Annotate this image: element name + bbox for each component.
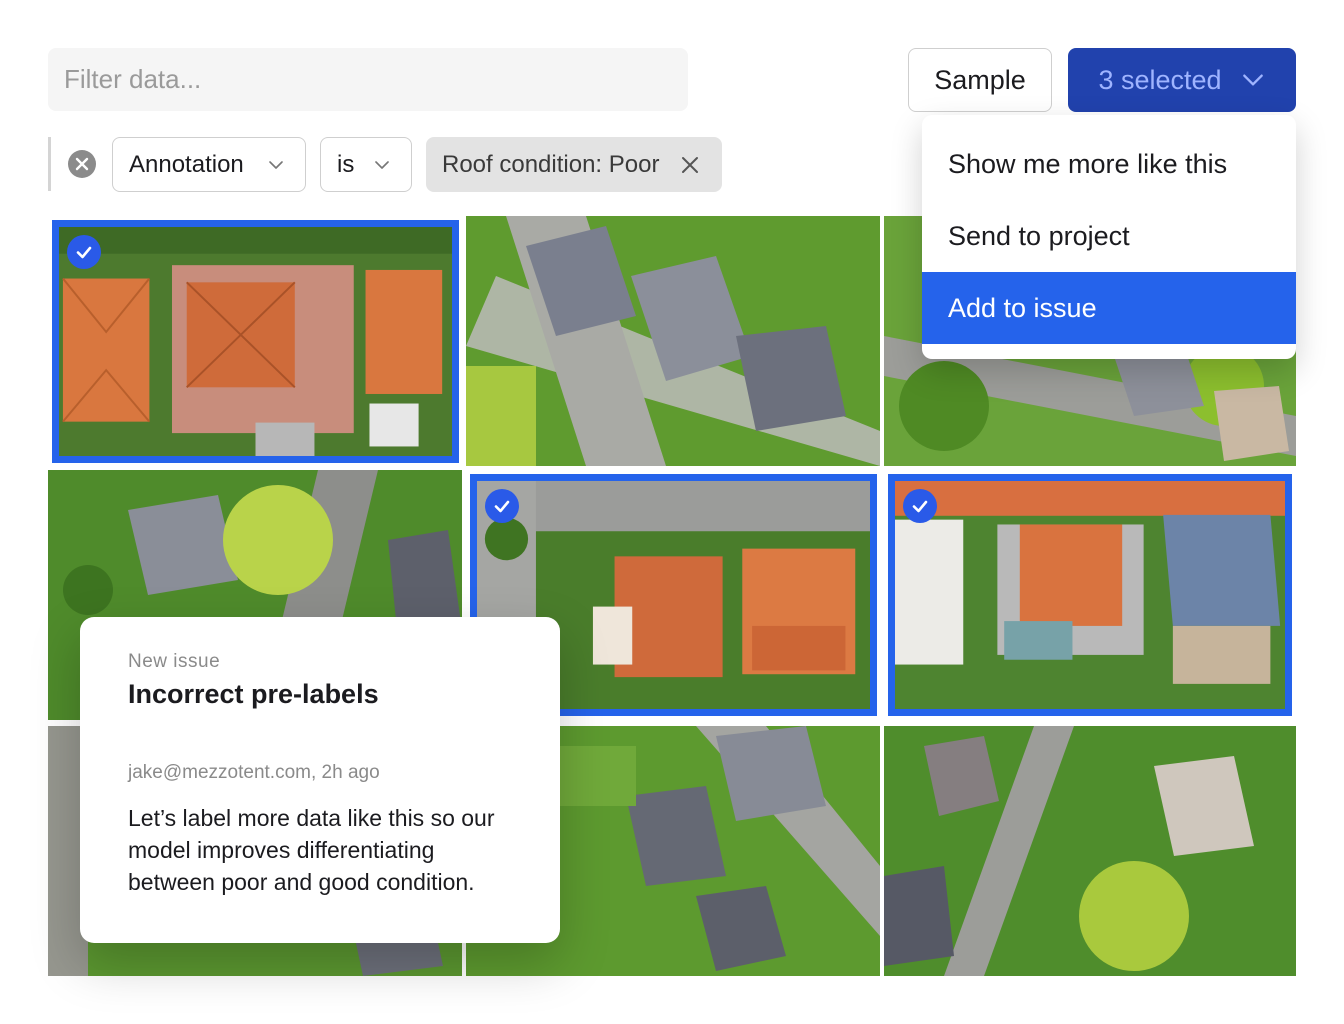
issue-author-meta: jake@mezzotent.com, 2h ago bbox=[128, 762, 380, 783]
aerial-house-photo bbox=[466, 216, 880, 466]
filter-operator-label: is bbox=[337, 150, 355, 178]
clear-filter-icon[interactable] bbox=[68, 150, 96, 178]
selected-check-icon[interactable] bbox=[485, 489, 519, 523]
menu-item-label: Send to project bbox=[948, 220, 1130, 251]
aerial-house-photo bbox=[59, 227, 452, 456]
image-tile[interactable] bbox=[466, 216, 880, 466]
sample-button[interactable]: Sample bbox=[908, 48, 1052, 112]
issue-comment-body: Let’s label more data like this so our m… bbox=[128, 805, 495, 895]
menu-item-label: Show me more like this bbox=[948, 148, 1228, 179]
aerial-house-photo bbox=[895, 481, 1285, 709]
image-tile[interactable] bbox=[884, 726, 1296, 976]
selected-check-icon[interactable] bbox=[903, 489, 937, 523]
image-tile[interactable] bbox=[888, 474, 1292, 716]
selected-actions-button[interactable]: 3 selected bbox=[1068, 48, 1296, 112]
chevron-down-icon bbox=[1242, 74, 1263, 86]
aerial-house-photo bbox=[884, 726, 1296, 976]
filter-field-dropdown[interactable]: Annotation bbox=[112, 137, 306, 192]
new-issue-card: New issue Incorrect pre-labels jake@mezz… bbox=[80, 617, 560, 943]
sample-button-label: Sample bbox=[934, 64, 1026, 95]
filter-operator-dropdown[interactable]: is bbox=[320, 137, 412, 192]
menu-item-show-more-like-this[interactable]: Show me more like this bbox=[922, 128, 1296, 200]
filter-value-chip[interactable]: Roof condition: Poor bbox=[426, 137, 722, 192]
issue-title: Incorrect pre-labels bbox=[128, 679, 379, 709]
filter-group-divider bbox=[48, 137, 51, 191]
menu-item-label: Add to issue bbox=[948, 292, 1097, 323]
filter-field-label: Annotation bbox=[129, 150, 244, 178]
menu-item-send-to-project[interactable]: Send to project bbox=[922, 200, 1296, 272]
filter-value-label: Roof condition: Poor bbox=[442, 150, 660, 178]
selected-count-label: 3 selected bbox=[1098, 64, 1222, 95]
menu-item-add-to-issue[interactable]: Add to issue bbox=[922, 272, 1296, 344]
selected-check-icon[interactable] bbox=[67, 235, 101, 269]
chevron-down-icon bbox=[375, 160, 389, 169]
issue-kicker: New issue bbox=[128, 651, 221, 672]
selection-actions-menu: Show me more like this Send to project A… bbox=[922, 115, 1296, 359]
image-tile[interactable] bbox=[52, 220, 459, 463]
close-icon[interactable] bbox=[680, 155, 700, 175]
filter-search-input[interactable] bbox=[48, 48, 688, 111]
chevron-down-icon bbox=[269, 160, 283, 169]
